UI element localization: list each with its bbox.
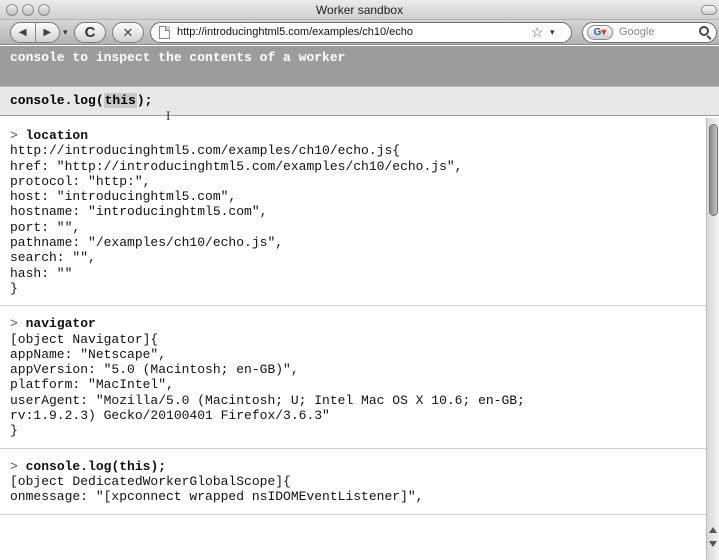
input-selected-text: this — [103, 93, 137, 108]
output-line: [object DedicatedWorkerGlobalScope]{ — [10, 473, 291, 489]
input-text-prefix: console.log( — [10, 93, 104, 108]
prompt-marker: > — [10, 316, 18, 332]
console-entry-console-log: > console.log(this); [object DedicatedWo… — [0, 449, 706, 515]
output-line: appVersion: "5.0 (Macintosh; en-GB)", — [10, 362, 299, 378]
output-line: platform: "MacIntel", — [10, 377, 174, 393]
page-icon — [159, 26, 170, 39]
scroll-down-arrow-icon[interactable] — [709, 541, 717, 547]
output-line: protocol: "http:", — [10, 173, 151, 189]
page-heading: console to inspect the contents of a wor… — [0, 46, 719, 86]
output-line: [object Navigator]{ — [10, 331, 159, 347]
output-line: appName: "Netscape", — [10, 346, 167, 362]
scrollbar-thumb[interactable] — [709, 124, 718, 216]
output-line: } — [10, 280, 18, 296]
output-line: hash: "" — [10, 265, 73, 281]
console-entry-location: > location http://introducinghtml5.com/e… — [0, 118, 706, 307]
vertical-scrollbar[interactable] — [706, 118, 719, 560]
output-line: rv:1.9.2.3) Gecko/20100401 Firefox/3.6.3… — [10, 408, 330, 424]
output-line: hostname: "introducinghtml5.com", — [10, 204, 268, 220]
entry-command: navigator — [25, 316, 96, 332]
input-text-suffix: ); — [136, 93, 153, 108]
url-dropdown-icon[interactable]: ▾ — [550, 27, 555, 38]
prompt-marker: > — [10, 128, 18, 143]
search-icon[interactable] — [699, 26, 709, 36]
output-line: onmessage: "[xpconnect wrapped nsIDOMEve… — [10, 489, 424, 505]
bookmark-star-icon[interactable]: ☆ — [531, 24, 544, 41]
history-dropdown-icon[interactable]: ▾ — [63, 27, 68, 38]
window-title: Worker sandbox — [315, 3, 404, 17]
back-button[interactable]: ◀ — [11, 27, 35, 38]
output-line: } — [10, 423, 18, 439]
forward-button[interactable]: ▶ — [36, 27, 60, 38]
reload-button[interactable]: C — [74, 22, 106, 43]
prompt-marker: > — [10, 458, 18, 474]
back-forward-buttons: ◀ ▶ — [10, 22, 60, 43]
stop-button[interactable]: ✕ — [112, 22, 144, 43]
address-bar[interactable]: http://introducinghtml5.com/examples/ch1… — [150, 22, 572, 43]
output-line: http://introducinghtml5.com/examples/ch1… — [10, 143, 401, 159]
search-bar[interactable]: G▾ Google — [582, 22, 717, 43]
output-line: pathname: "/examples/ch10/echo.js", — [10, 235, 284, 251]
window-title-bar: Worker sandbox — [0, 0, 719, 20]
output-line: search: "", — [10, 250, 96, 266]
entry-command: location — [25, 128, 89, 143]
entry-command: console.log(this); — [25, 458, 167, 474]
search-engine-label: Google — [619, 26, 655, 38]
url-text[interactable]: http://introducinghtml5.com/examples/ch1… — [177, 26, 413, 38]
console-input[interactable]: console.log(this); — [0, 86, 719, 116]
search-engine-icon[interactable]: G▾ — [587, 25, 613, 40]
output-line: href: "http://introducinghtml5.com/examp… — [10, 158, 463, 174]
output-line: host: "introducinghtml5.com", — [10, 189, 237, 205]
console-entry-navigator: > navigator [object Navigator]{ appName:… — [0, 306, 706, 449]
navigation-toolbar: ◀ ▶ ▾ C ✕ http://introducinghtml5.com/ex… — [0, 20, 719, 45]
toolbar-toggle-button[interactable] — [701, 5, 717, 15]
output-line: userAgent: "Mozilla/5.0 (Macintosh; U; I… — [10, 392, 525, 408]
output-line: port: "", — [10, 219, 81, 235]
console-output: > location http://introducinghtml5.com/e… — [0, 118, 706, 560]
scroll-up-arrow-icon[interactable] — [709, 527, 717, 533]
